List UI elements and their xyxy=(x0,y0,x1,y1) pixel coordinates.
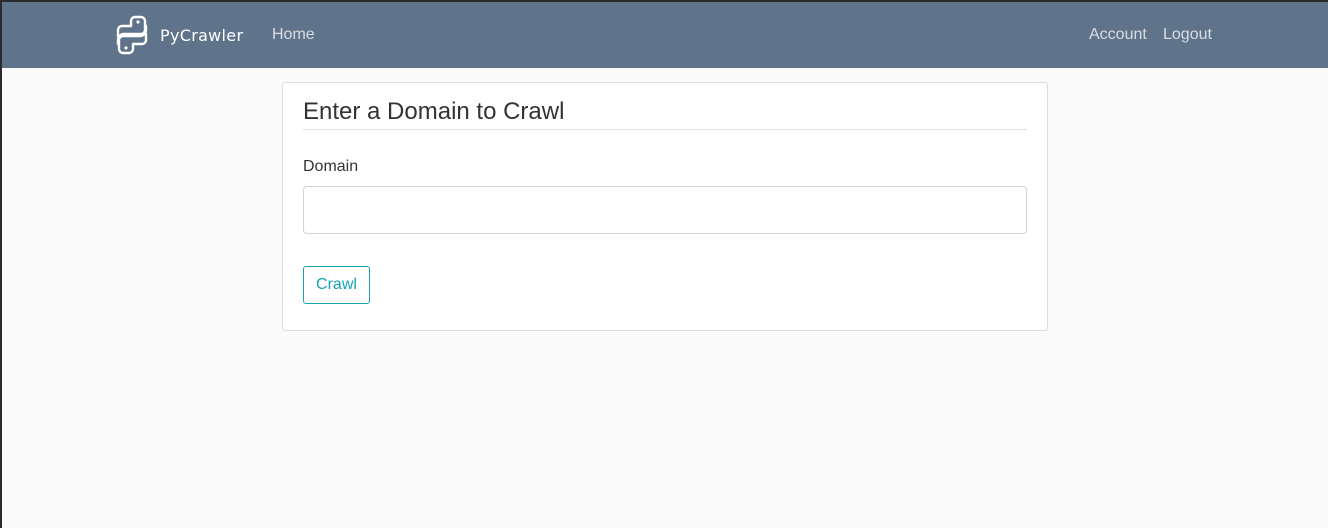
nav-home-link[interactable]: Home xyxy=(272,25,315,45)
brand-link[interactable]: PyCrawler xyxy=(110,15,243,55)
nav-account-link[interactable]: Account xyxy=(1089,25,1147,45)
crawl-button[interactable]: Crawl xyxy=(303,266,370,304)
title-divider xyxy=(303,129,1027,130)
nav-logout-link[interactable]: Logout xyxy=(1163,25,1212,45)
domain-input[interactable] xyxy=(303,186,1027,234)
crawl-form-card: Enter a Domain to Crawl Domain Crawl xyxy=(282,82,1048,331)
domain-label: Domain xyxy=(303,158,359,175)
page: PyCrawler Home Account Logout Enter a Do… xyxy=(0,0,1328,528)
brand-name: PyCrawler xyxy=(160,25,244,45)
form-title: Enter a Domain to Crawl xyxy=(303,98,565,125)
navbar: PyCrawler Home Account Logout xyxy=(2,2,1328,68)
python-logo-icon xyxy=(110,15,154,55)
